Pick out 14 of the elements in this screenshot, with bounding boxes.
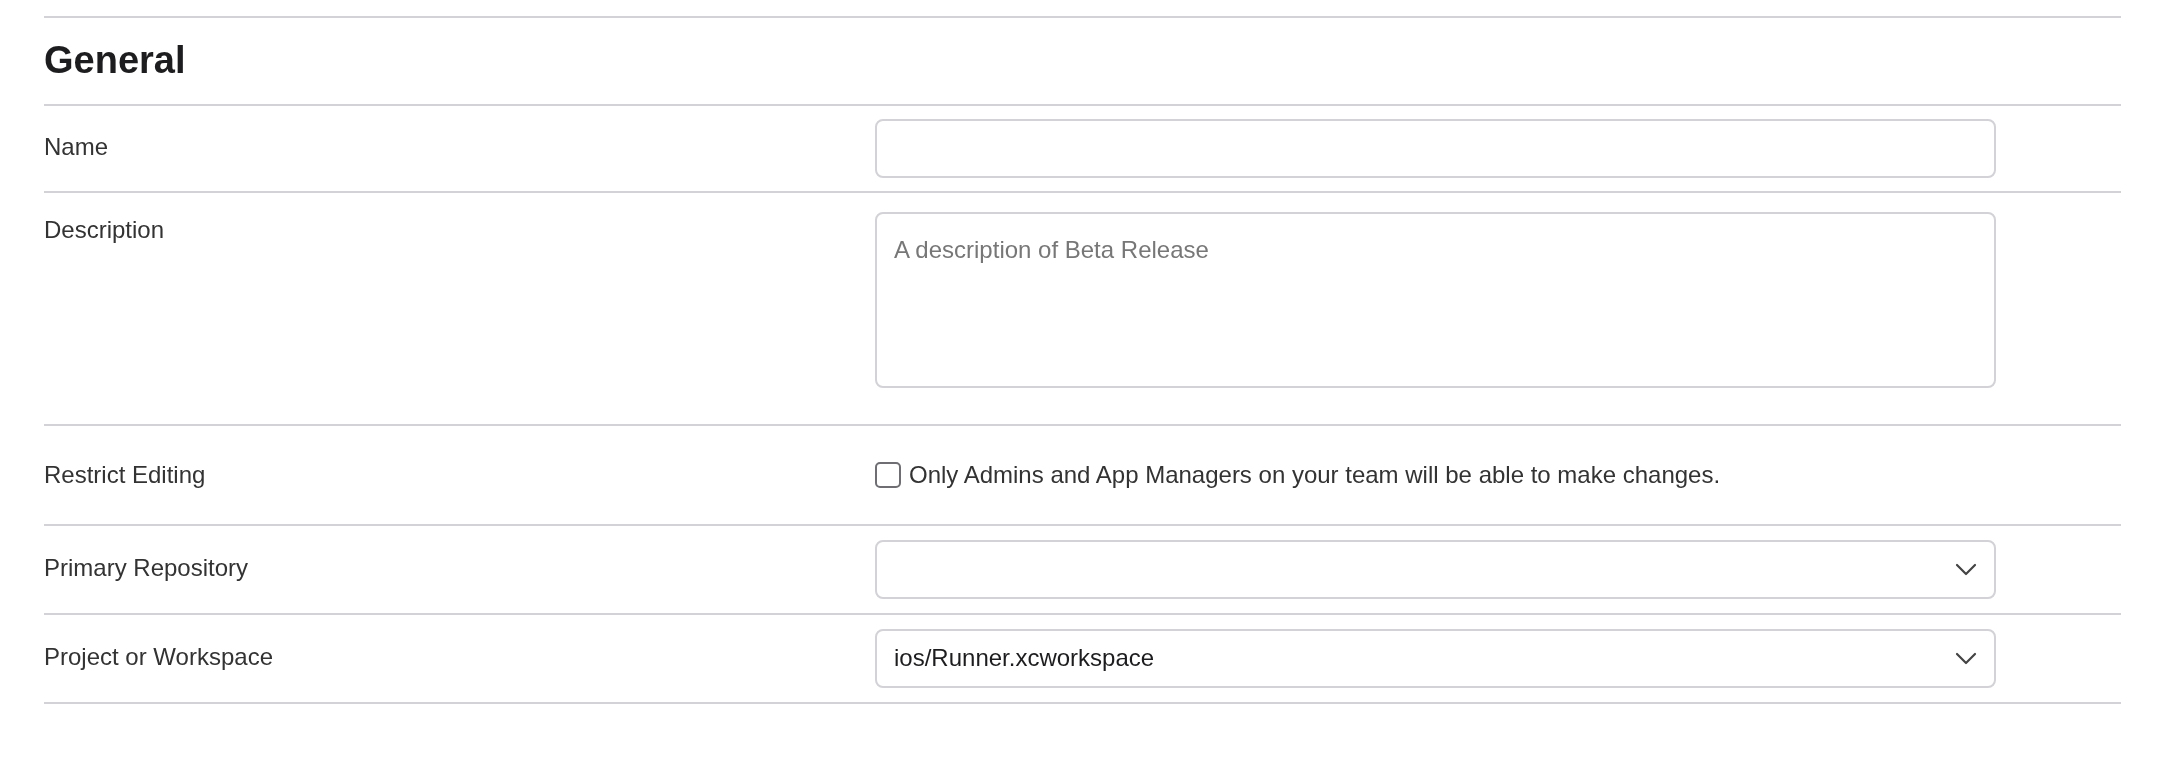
- name-field[interactable]: [875, 118, 1996, 178]
- select-dropdown[interactable]: [875, 539, 1996, 599]
- field-label: Name: [44, 132, 109, 160]
- checkbox[interactable]: [875, 461, 901, 488]
- select-dropdown[interactable]: ios/Runner.xcworkspace: [875, 628, 1996, 688]
- section-title: General: [44, 38, 187, 83]
- field-label: Primary Repository: [44, 553, 249, 581]
- chevron-down-icon: [1955, 651, 1977, 665]
- checkbox-label: Only Admins and App Managers on your team will be able to make changes.: [909, 459, 1721, 490]
- field-label: Description: [44, 215, 165, 243]
- description-field[interactable]: A description of Beta Release: [875, 211, 1996, 388]
- field-label: Project or Workspace: [44, 642, 273, 670]
- field-label: Restrict Editing: [44, 460, 206, 488]
- chevron-down-icon: [1955, 562, 1977, 576]
